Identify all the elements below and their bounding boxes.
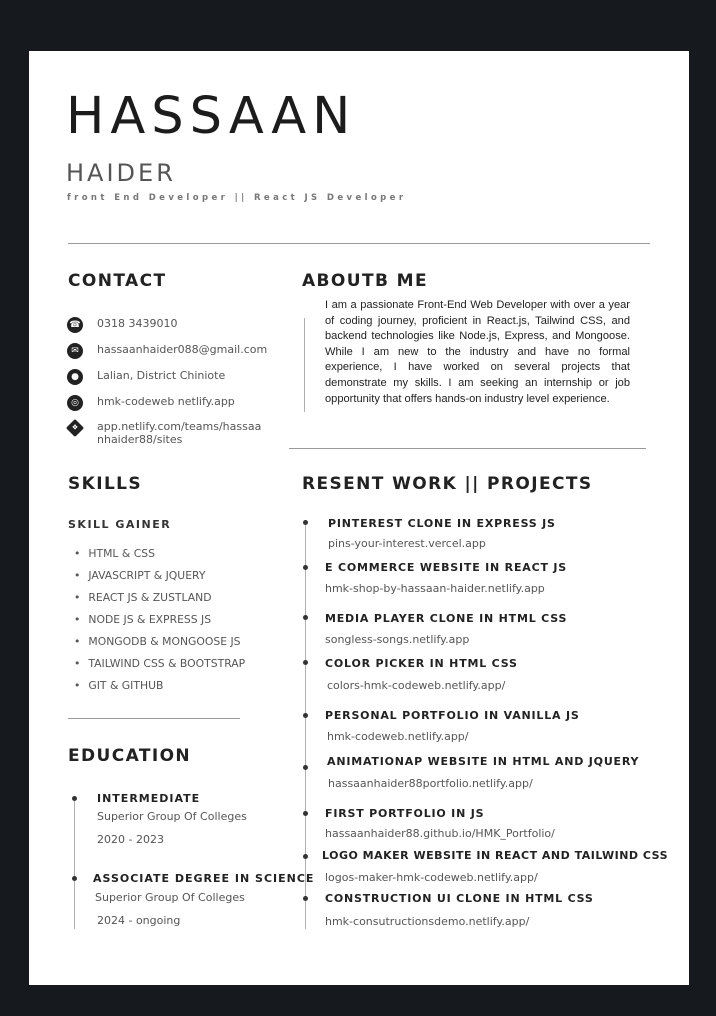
education-school: Superior Group Of Colleges [97, 810, 247, 823]
contact-phone-text: 0318 3439010 [97, 317, 178, 330]
contact-website: ◎ hmk-codeweb netlify.app [67, 395, 235, 411]
project-title: PINTEREST CLONE IN EXPRESS JS [328, 517, 556, 530]
about-divider [304, 318, 305, 412]
skills-divider [68, 718, 240, 719]
timeline-dot [72, 796, 77, 801]
project-link[interactable]: hassaanhaider88portfolio.netlify.app/ [328, 777, 533, 790]
project-link[interactable]: pins-your-interest.vercel.app [328, 537, 486, 550]
education-years: 2024 - ongoing [97, 914, 181, 927]
skills-title: SKILLS [68, 474, 143, 494]
about-title: ABOUTB ME [302, 271, 428, 291]
project-link[interactable]: hassaanhaider88.github.io/HMK_Portfolio/ [325, 827, 555, 840]
project-title: ANIMATIONAP WEBSITE IN HTML AND JQUERY [327, 755, 640, 768]
globe-icon: ◎ [67, 395, 83, 411]
timeline-dot [303, 811, 308, 816]
project-link[interactable]: hmk-consutructionsdemo.netlify.app/ [325, 915, 529, 928]
contact-netlify: ❖ app.netlify.com/teams/hassaa nhaider88… [65, 418, 269, 446]
first-name: HASSAAN [66, 87, 357, 146]
project-title: COLOR PICKER IN HTML CSS [325, 657, 518, 670]
skill-item: REACT JS & ZUSTLAND [74, 591, 245, 613]
education-school: Superior Group Of Colleges [95, 891, 245, 904]
timeline-dot [303, 660, 308, 665]
skill-item: NODE JS & EXPRESS JS [74, 613, 245, 635]
project-link[interactable]: hmk-shop-by-hassaan-haider.netlify.app [325, 582, 545, 595]
timeline-dot [303, 713, 308, 718]
tagline: front End Developer || React JS Develope… [67, 193, 407, 203]
contact-phone: ☎ 0318 3439010 [67, 317, 177, 333]
education-degree: INTERMEDIATE [97, 792, 201, 805]
project-title: FIRST PORTFOLIO IN JS [325, 807, 485, 820]
education-title: EDUCATION [68, 746, 192, 766]
projects-timeline [305, 524, 306, 929]
project-link[interactable]: colors-hmk-codeweb.netlify.app/ [327, 679, 505, 692]
contact-email: ✉ hassaanhaider088@gmail.com [67, 343, 267, 359]
timeline-dot [303, 520, 308, 525]
project-title: CONSTRUCTION UI CLONE IN HTML CSS [325, 892, 594, 905]
email-icon: ✉ [67, 343, 83, 359]
timeline-dot [303, 565, 308, 570]
about-text: I am a passionate Front-End Web Develope… [325, 299, 630, 405]
link-icon: ❖ [65, 418, 85, 438]
project-link[interactable]: logos-maker-hmk-codeweb.netlify.app/ [325, 871, 538, 884]
contact-website-text[interactable]: hmk-codeweb netlify.app [97, 395, 235, 408]
project-title: MEDIA PLAYER CLONE IN HTML CSS [325, 612, 568, 625]
education-years: 2020 - 2023 [97, 833, 164, 846]
mid-divider [289, 448, 646, 449]
contact-title: CONTACT [68, 271, 167, 291]
project-title: LOGO MAKER WEBSITE IN REACT AND TAILWIND… [322, 849, 669, 862]
project-link[interactable]: songless-songs.netlify.app [325, 633, 469, 646]
project-link[interactable]: hmk-codeweb.netlify.app/ [327, 730, 469, 743]
skills-subtitle: SKILL GAINER [68, 518, 172, 531]
project-title: PERSONAL PORTFOLIO IN VANILLA JS [325, 709, 580, 722]
last-name: HAIDER [66, 159, 176, 187]
resume-page: HASSAAN HAIDER front End Developer || Re… [29, 51, 689, 985]
skill-item: HTML & CSS [74, 547, 245, 569]
education-timeline [74, 799, 75, 929]
contact-location: ● Lalian, District Chiniote [67, 369, 225, 385]
timeline-dot [303, 854, 308, 859]
phone-icon: ☎ [67, 317, 83, 333]
contact-email-text[interactable]: hassaanhaider088@gmail.com [97, 343, 267, 356]
projects-title: RESENT WORK || PROJECTS [302, 474, 593, 494]
skill-item: TAILWIND CSS & BOOTSTRAP [74, 657, 245, 679]
skills-list: HTML & CSS JAVASCRIPT & JQUERY REACT JS … [74, 547, 245, 701]
location-icon: ● [67, 369, 83, 385]
skill-item: JAVASCRIPT & JQUERY [74, 569, 245, 591]
project-title: E COMMERCE WEBSITE IN REACT JS [325, 561, 568, 574]
skill-item: MONGODB & MONGOOSE JS [74, 635, 245, 657]
timeline-dot [303, 765, 308, 770]
contact-netlify-text[interactable]: app.netlify.com/teams/hassaa nhaider88/s… [97, 420, 269, 446]
header-divider [68, 243, 650, 244]
contact-location-text: Lalian, District Chiniote [97, 369, 226, 382]
skill-item: GIT & GITHUB [74, 679, 245, 701]
timeline-dot [303, 615, 308, 620]
timeline-dot [72, 876, 77, 881]
education-degree: ASSOCIATE DEGREE IN SCIENCE [93, 872, 315, 885]
timeline-dot [303, 896, 308, 901]
